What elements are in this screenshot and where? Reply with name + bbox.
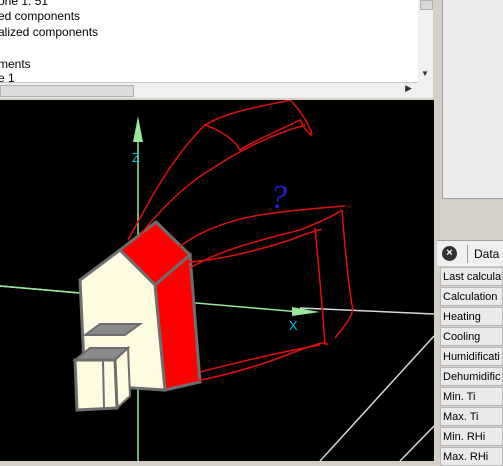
- annotation-question-mark: ?: [270, 179, 287, 216]
- component-tree[interactable]: one 1: 51 ed components alized component…: [0, 0, 419, 82]
- tree-vertical-scrollbar[interactable]: ▼: [418, 0, 433, 82]
- z-axis-arrow-icon: [133, 116, 143, 142]
- data-row[interactable]: Last calculat: [440, 267, 503, 286]
- data-panel-header: × Data: [437, 240, 503, 266]
- tree-horizontal-scrollbar[interactable]: ▶: [0, 82, 418, 98]
- tree-item[interactable]: alized components: [0, 24, 98, 40]
- grid-line: [399, 425, 434, 461]
- tree-item[interactable]: ed components: [0, 8, 80, 24]
- scrollbar-corner: [418, 82, 433, 98]
- close-icon[interactable]: ×: [442, 246, 457, 261]
- tree-item[interactable]: e 1: [0, 70, 15, 82]
- grid-line: [299, 307, 434, 315]
- scene[interactable]: X Z ?: [0, 100, 434, 461]
- building-model[interactable]: [72, 220, 202, 412]
- scroll-right-arrow-icon[interactable]: ▶: [405, 83, 412, 94]
- scroll-thumb[interactable]: [420, 0, 433, 10]
- scroll-down-arrow-icon[interactable]: ▼: [421, 69, 429, 78]
- box-front: [73, 358, 119, 412]
- scroll-thumb[interactable]: [0, 85, 134, 97]
- z-axis-label: Z: [132, 150, 140, 165]
- tab-data[interactable]: Data: [467, 245, 499, 263]
- data-row[interactable]: Humidificati: [440, 347, 503, 366]
- data-row[interactable]: Max. RHi: [440, 447, 503, 466]
- data-row[interactable]: Min. RHi: [440, 427, 503, 446]
- data-row[interactable]: Heating: [440, 307, 503, 326]
- x-axis-label: X: [289, 318, 298, 333]
- 3d-viewport[interactable]: X Z ?: [0, 100, 434, 461]
- grid-line: [319, 335, 434, 461]
- side-pane: [434, 0, 503, 200]
- data-row[interactable]: Min. Ti: [440, 387, 503, 406]
- data-row[interactable]: Max. Ti: [440, 407, 503, 426]
- data-panel: × Data Last calculat Calculation Heating…: [437, 240, 503, 466]
- data-row[interactable]: Dehumidific: [440, 367, 503, 386]
- box-edge: [102, 359, 105, 409]
- side-pane-content: [442, 0, 503, 199]
- data-row[interactable]: Calculation: [440, 287, 503, 306]
- data-row[interactable]: Cooling: [440, 327, 503, 346]
